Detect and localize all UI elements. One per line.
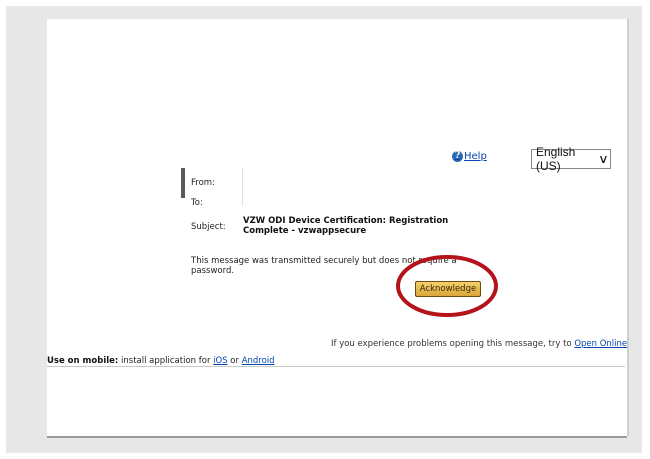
mobile-text: install application for — [121, 356, 211, 366]
ios-link[interactable]: iOS — [213, 356, 227, 366]
subject-label: Subject: — [191, 222, 226, 232]
subject-value: VZW ODI Device Certification: Registrati… — [243, 216, 449, 236]
header-accent-bar — [181, 168, 185, 198]
security-message: This message was transmitted securely bu… — [191, 256, 457, 276]
language-value: English (US) — [536, 145, 576, 173]
to-label: To: — [191, 198, 203, 208]
or-text: or — [230, 356, 239, 366]
chevron-down-icon: ∨ — [598, 152, 609, 166]
from-label: From: — [191, 178, 215, 188]
android-link[interactable]: Android — [242, 356, 275, 366]
trouble-notice: If you experience problems opening this … — [331, 339, 627, 349]
mobile-divider — [47, 366, 625, 367]
open-online-link[interactable]: Open Online — [574, 339, 627, 349]
panel-divider — [47, 436, 627, 438]
header-separator — [242, 168, 243, 206]
help-icon: ? — [452, 151, 463, 162]
help-label[interactable]: Help — [464, 151, 487, 162]
trouble-text: If you experience problems opening this … — [331, 339, 572, 349]
acknowledge-button[interactable]: Acknowledge — [415, 281, 481, 297]
mobile-prefix: Use on mobile: — [47, 356, 119, 366]
language-select[interactable]: English (US) ∨ — [531, 145, 611, 173]
help-link[interactable]: ? Help — [452, 151, 487, 162]
mobile-notice: Use on mobile: install application for i… — [47, 356, 275, 366]
